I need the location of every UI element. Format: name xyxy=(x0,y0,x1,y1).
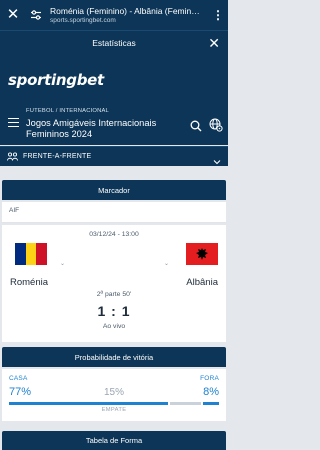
match-status: Ao vivo xyxy=(102,323,126,330)
browser-bar: ✕ Roménia (Feminino) - Albânia (Femin… s… xyxy=(0,0,228,30)
page-title: Roménia (Feminino) - Albânia (Femin… xyxy=(50,6,200,16)
close-icon[interactable]: ✕ xyxy=(0,0,26,30)
search-icon[interactable] xyxy=(190,119,202,137)
head-to-head-icon xyxy=(7,148,18,166)
sportingbet-logo[interactable]: sportingbet xyxy=(8,71,104,89)
site-settings-icon[interactable] xyxy=(26,9,46,21)
away-probability: 8% xyxy=(203,386,219,398)
head-to-head-label: FRENTE-A-FRENTE xyxy=(23,153,92,160)
page-url[interactable]: sports.sportingbet.com xyxy=(50,17,208,24)
chevron-down-icon[interactable]: ⌄ xyxy=(60,260,65,267)
match-period: 2ª parte 50' xyxy=(96,291,132,298)
win-probability-header: Probabilidade de vitória xyxy=(2,347,226,367)
statistics-title: Estatísticas xyxy=(92,38,136,48)
home-team-name: Roménia xyxy=(10,277,49,288)
logo-part-bet: bet xyxy=(76,71,104,89)
globe-settings-icon[interactable] xyxy=(209,118,223,137)
competition-bar: FUTEBOL / INTERNACIONAL Jogos Amigáveis … xyxy=(0,105,228,145)
draw-probability-bar xyxy=(169,402,201,405)
romania-flag-icon xyxy=(15,243,48,265)
close-statistics-icon[interactable]: ✕ xyxy=(208,34,220,52)
chevron-down-icon[interactable]: ⌄ xyxy=(164,260,169,267)
brand-bar: sportingbet xyxy=(0,55,228,105)
draw-label: EMPATE xyxy=(101,407,127,413)
head-to-head-selector[interactable]: FRENTE-A-FRENTE xyxy=(0,146,228,166)
chevron-down-icon xyxy=(213,152,221,170)
logo-part-sporting: sporting xyxy=(8,71,77,89)
league-label: AIF xyxy=(2,202,226,223)
away-probability-bar xyxy=(202,402,219,405)
draw-probability: 15% xyxy=(103,387,124,398)
away-team-name: Albânia xyxy=(186,277,218,288)
match-score: 1 : 1 xyxy=(97,303,131,319)
form-table-header[interactable]: Tabela de Forma xyxy=(2,431,226,450)
statistics-header: Estatísticas ✕ xyxy=(0,30,228,55)
breadcrumb: FUTEBOL / INTERNACIONAL xyxy=(26,108,109,114)
menu-icon[interactable] xyxy=(8,118,19,130)
home-probability-bar xyxy=(9,402,168,405)
win-probability: CASA 77% 15% FORA 8% EMPATE xyxy=(2,369,226,421)
away-label: FORA xyxy=(200,375,219,382)
competition-name: Jogos Amigáveis Internacionais Femininos… xyxy=(26,118,157,139)
home-label: CASA xyxy=(9,375,28,382)
browser-titles: Roménia (Feminino) - Albânia (Femin… spo… xyxy=(46,6,208,24)
scoreboard: 03/12/24 - 13:00 ⌄ Roménia ⌄ Albânia 2ª … xyxy=(2,225,226,342)
match-date: 03/12/24 - 13:00 xyxy=(89,231,139,238)
scoreboard-header: Marcador xyxy=(2,180,226,200)
albania-flag-icon xyxy=(186,243,218,265)
more-options-icon[interactable]: ⋮ xyxy=(208,8,228,22)
